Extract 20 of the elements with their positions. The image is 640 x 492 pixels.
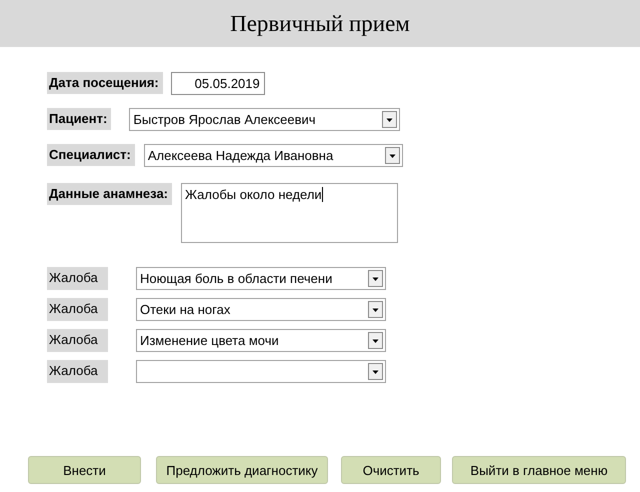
- dropdown-field[interactable]: Изменение цвета мочи: [136, 329, 386, 352]
- dropdown-field[interactable]: Быстров Ярослав Алексеевич: [129, 108, 400, 131]
- field-label: Жалоба: [47, 298, 108, 321]
- field-label: Жалоба: [47, 267, 108, 290]
- field-label: Специалист:: [47, 144, 135, 166]
- dropdown-field[interactable]: Отеки на ногах: [136, 298, 386, 321]
- action-button[interactable]: Очистить: [341, 456, 441, 484]
- text-area[interactable]: Жалобы около недели: [181, 183, 398, 243]
- window-title: Первичный прием: [230, 10, 410, 36]
- dropdown-field[interactable]: Ноющая боль в области печени: [136, 267, 386, 290]
- field-label: Жалоба: [47, 329, 108, 352]
- field-label: Данные анамнеза:: [47, 183, 172, 205]
- dropdown-field[interactable]: Алексеева Надежда Ивановна: [144, 144, 403, 167]
- action-button[interactable]: Внести: [28, 456, 141, 484]
- action-button[interactable]: Выйти в главное меню: [452, 456, 626, 484]
- field-label: Дата посещения:: [47, 72, 163, 94]
- field-label: Жалоба: [47, 360, 108, 383]
- field-label: Пациент:: [47, 108, 112, 130]
- action-button[interactable]: Предложить диагностику: [156, 456, 328, 484]
- date-field[interactable]: 05.05.2019: [170, 72, 265, 95]
